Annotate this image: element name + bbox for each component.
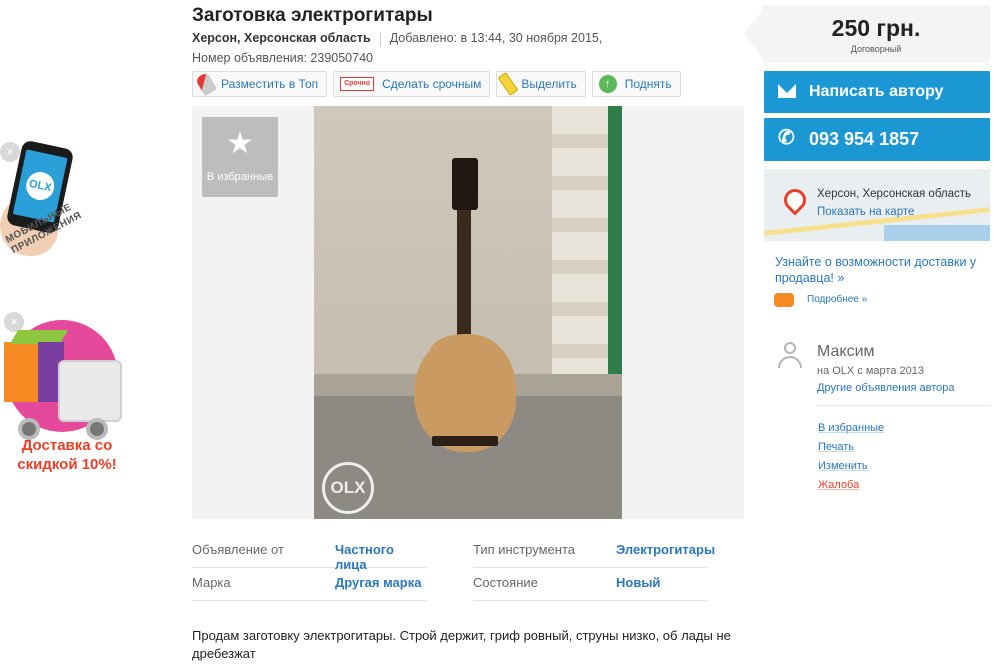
param-key: Объявление от: [192, 542, 284, 557]
ad-meta: Херсон, Херсонская область Добавлено: в 1…: [192, 31, 602, 46]
param-key: Марка: [192, 575, 231, 590]
price-value: 250 грн.: [831, 15, 921, 41]
truck-icon: [58, 360, 122, 422]
photo-gallery: ★ В избранные OLX: [192, 106, 744, 519]
main-photo[interactable]: OLX: [314, 106, 622, 519]
ad-title: Заготовка электрогитары: [192, 5, 433, 26]
ad-city[interactable]: Херсон, Херсонская область: [192, 31, 371, 45]
ad-description: Продам заготовку электрогитары. Строй де…: [192, 628, 731, 661]
envelope-icon: [778, 84, 796, 98]
param-row: Тип инструмента Электрогитары: [473, 535, 715, 568]
user-avatar-icon: [776, 342, 804, 370]
delivery-info-link[interactable]: Узнайте о возможности доставки у продавц…: [775, 254, 985, 286]
phone-icon: ✆: [778, 127, 795, 149]
edit-link[interactable]: Изменить: [818, 457, 884, 476]
param-value[interactable]: Электрогитары: [616, 542, 715, 557]
report-link[interactable]: Жалоба: [818, 476, 884, 495]
seller-name: Максим: [817, 343, 875, 360]
param-row: Марка Другая марка: [192, 568, 427, 601]
price-box: 250 грн. Договорный: [744, 5, 990, 63]
olx-watermark: OLX: [322, 462, 374, 514]
show-on-map-link[interactable]: Показать на карте: [817, 206, 914, 218]
print-link[interactable]: Печать: [818, 438, 884, 457]
urgent-stamp-icon: Срочно: [340, 77, 375, 91]
promote-top-button[interactable]: Разместить в Топ: [192, 71, 328, 97]
olx-logo-icon: OLX: [23, 169, 57, 203]
marker-icon: [498, 72, 519, 96]
close-icon[interactable]: ×: [4, 312, 24, 332]
seller-other-ads-link[interactable]: Другие объявления автора: [817, 382, 955, 394]
bump-up-button[interactable]: ↑ Поднять: [591, 71, 681, 97]
highlight-button[interactable]: Выделить: [496, 71, 586, 97]
close-icon[interactable]: ×: [0, 142, 20, 162]
promo-delivery[interactable]: × Доставка со скидкой 10%!: [0, 312, 130, 482]
map-city: Херсон, Херсонская область: [817, 188, 971, 200]
arrow-up-icon: ↑: [598, 75, 617, 93]
show-phone-button[interactable]: ✆ 093 954 1857: [764, 118, 990, 161]
param-key: Тип инструмента: [473, 542, 576, 557]
ad-added-date: Добавлено: в 13:44, 30 ноября 2015,: [389, 31, 603, 45]
divider: [379, 31, 381, 46]
delivery-truck-icon: [774, 293, 794, 307]
write-author-button[interactable]: Написать автору: [764, 71, 990, 113]
param-row: Объявление от Частного лица: [192, 535, 427, 572]
seller-since: на OLX с марта 2013: [817, 365, 924, 377]
param-value[interactable]: Новый: [616, 575, 660, 590]
box-icon: [4, 330, 69, 402]
param-value[interactable]: Другая марка: [335, 575, 421, 590]
delivery-discount-text: Доставка со скидкой 10%!: [17, 437, 117, 473]
ad-tools: В избранные Печать Изменить Жалоба: [818, 419, 884, 495]
add-favorite-link[interactable]: В избранные: [818, 419, 884, 438]
more-details-link[interactable]: Подробнее »: [807, 294, 867, 305]
divider: [816, 405, 990, 406]
star-icon: ★: [226, 127, 254, 160]
param-key: Состояние: [473, 575, 538, 590]
param-row: Состояние Новый: [473, 568, 708, 601]
promo-mobile-apps[interactable]: × OLX мобильные приложения: [0, 138, 96, 298]
make-urgent-button[interactable]: Срочно Сделать срочным: [333, 71, 491, 97]
location-map[interactable]: Херсон, Херсонская область Показать на к…: [764, 169, 990, 241]
add-to-favorites-tile[interactable]: ★ В избранные: [202, 117, 278, 197]
ad-actions: Разместить в Топ Срочно Сделать срочным …: [192, 71, 681, 97]
map-pin-icon: [779, 184, 811, 216]
price-negotiable: Договорный: [850, 44, 902, 54]
rocket-icon: [194, 71, 218, 97]
ad-number: Номер объявления: 239050740: [192, 51, 373, 65]
